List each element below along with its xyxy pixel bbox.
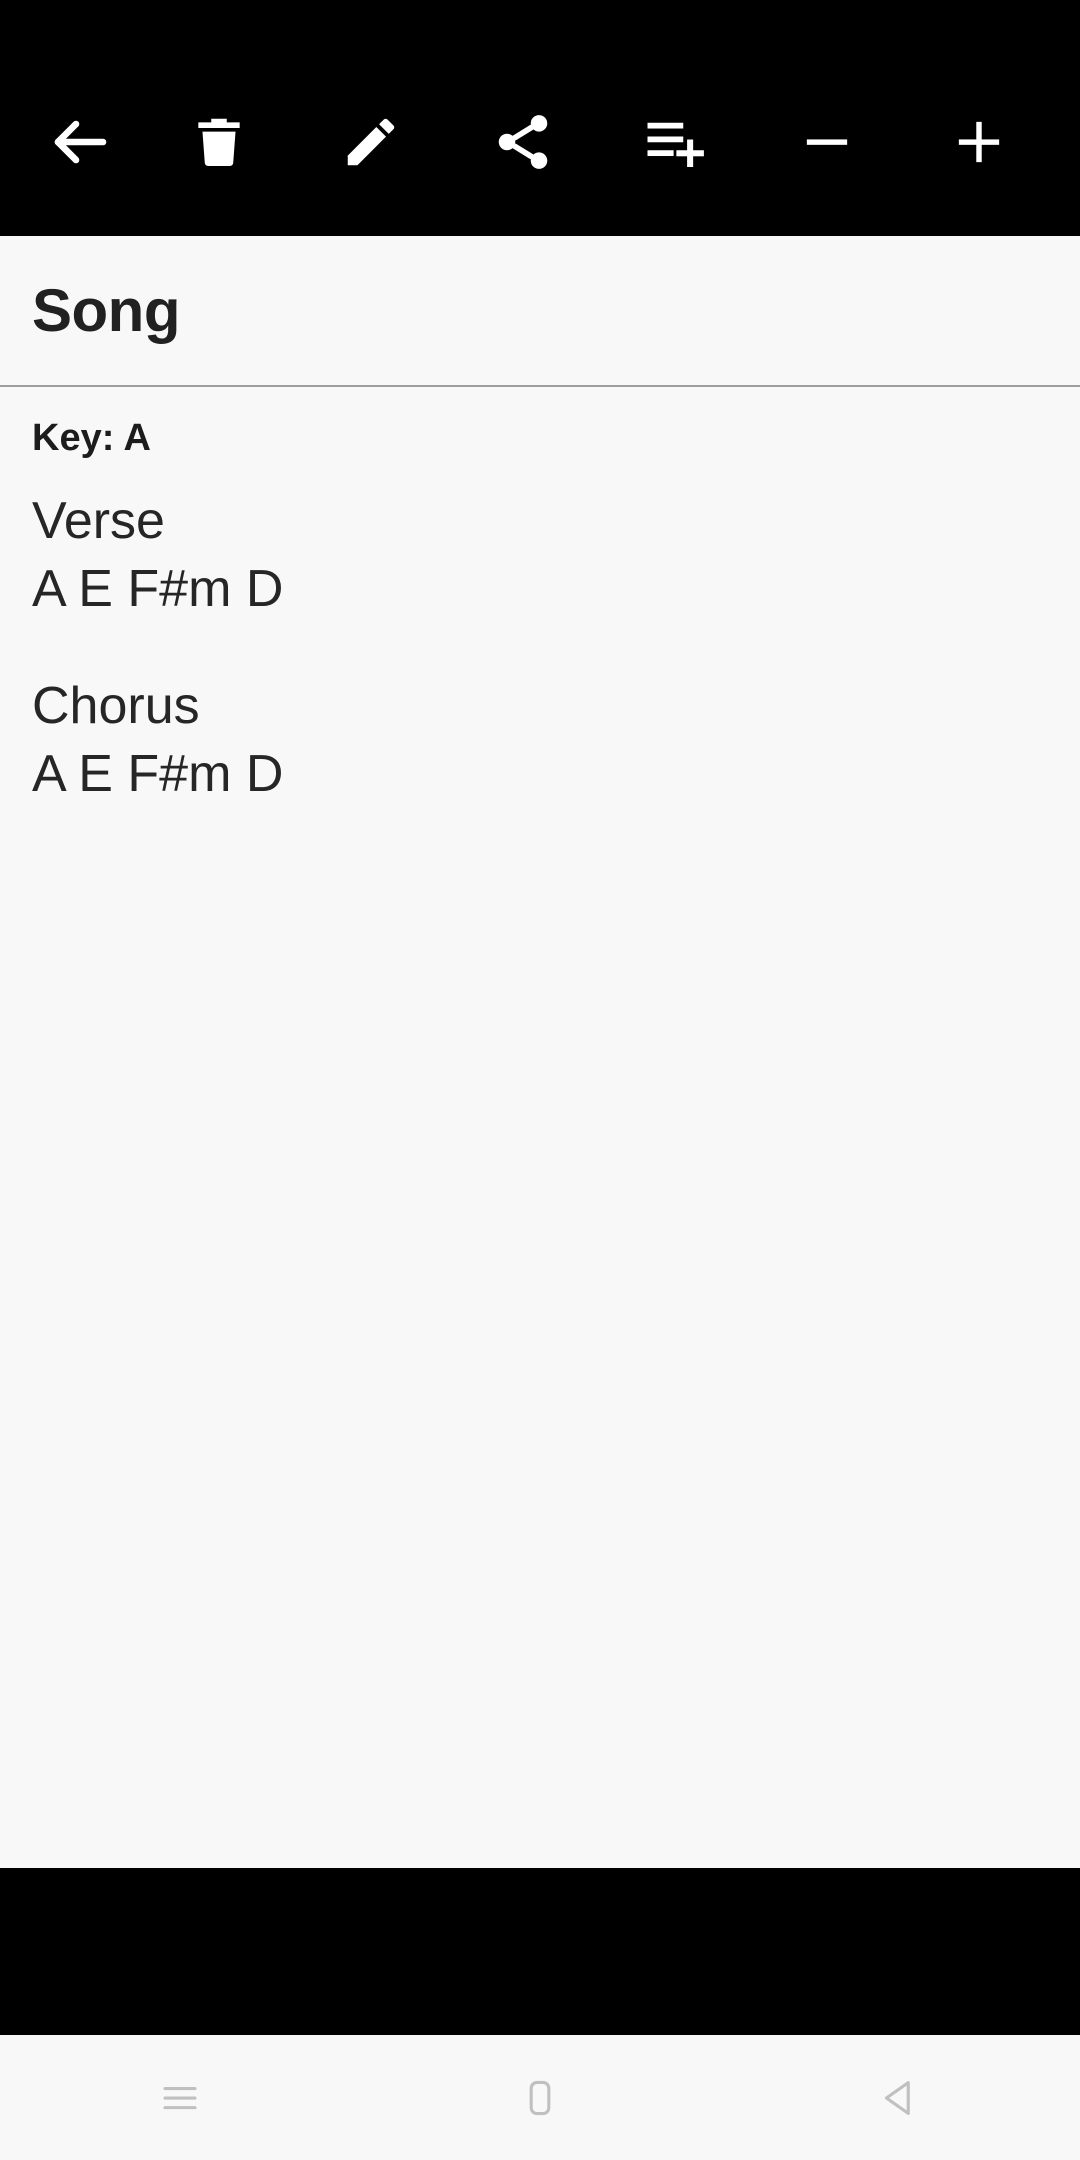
back-arrow-icon [43, 106, 115, 178]
section-name: Chorus [32, 676, 200, 735]
song-content[interactable]: Key: A Verse A E F#m D Chorus A E F#m D [0, 387, 1080, 1868]
song-section-verse: Verse A E F#m D [32, 487, 1048, 624]
title-block: Song [0, 236, 1080, 386]
page-title: Song [32, 277, 180, 344]
song-section-chorus: Chorus A E F#m D [32, 672, 1048, 809]
section-name: Verse [32, 491, 165, 550]
share-icon [491, 110, 555, 174]
add-to-setlist-button[interactable] [602, 48, 748, 236]
minus-icon [796, 111, 858, 173]
back-arrow-button[interactable] [0, 48, 140, 236]
toolbar-spacer-7 [1052, 48, 1080, 236]
transpose-up-button[interactable] [906, 48, 1052, 236]
plus-icon [948, 111, 1010, 173]
recents-icon [158, 2076, 202, 2120]
delete-button[interactable] [146, 48, 292, 236]
trash-icon [188, 111, 250, 173]
android-nav-bar [0, 2035, 1080, 2160]
section-chords: A E F#m D [32, 745, 284, 804]
playlist-add-icon [642, 109, 708, 175]
pencil-icon [340, 111, 402, 173]
bottom-black-band [0, 1868, 1080, 2035]
phone-screen: Song Key: A Verse A E F#m D Chorus A E F… [0, 0, 1080, 2160]
status-bar [0, 0, 1080, 48]
song-key: Key: A [32, 417, 151, 459]
nav-home-button[interactable] [430, 2035, 650, 2160]
section-chords: A E F#m D [32, 560, 284, 619]
share-button[interactable] [450, 48, 596, 236]
app-toolbar [0, 48, 1080, 236]
nav-recents-button[interactable] [70, 2035, 290, 2160]
home-icon [518, 2076, 562, 2120]
nav-back-button[interactable] [790, 2035, 1010, 2160]
back-icon [878, 2076, 922, 2120]
edit-button[interactable] [298, 48, 444, 236]
transpose-down-button[interactable] [754, 48, 900, 236]
